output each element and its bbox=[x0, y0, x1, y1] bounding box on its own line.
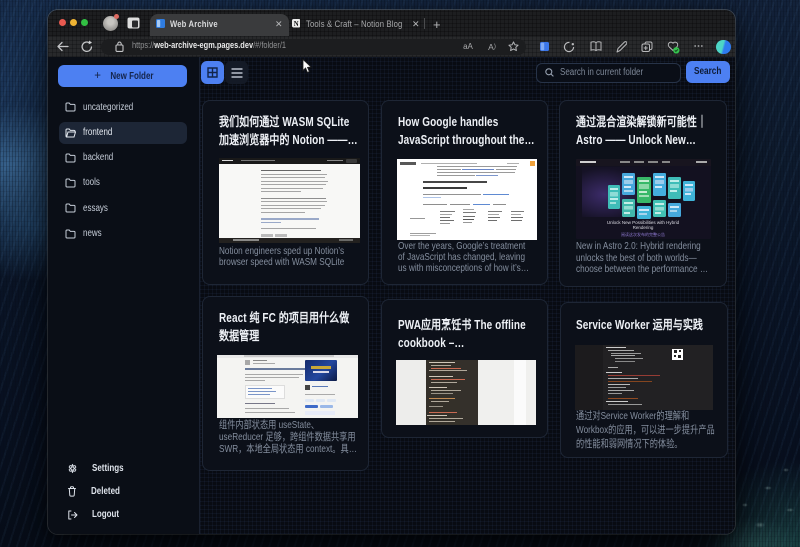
svg-text:N: N bbox=[293, 21, 298, 28]
